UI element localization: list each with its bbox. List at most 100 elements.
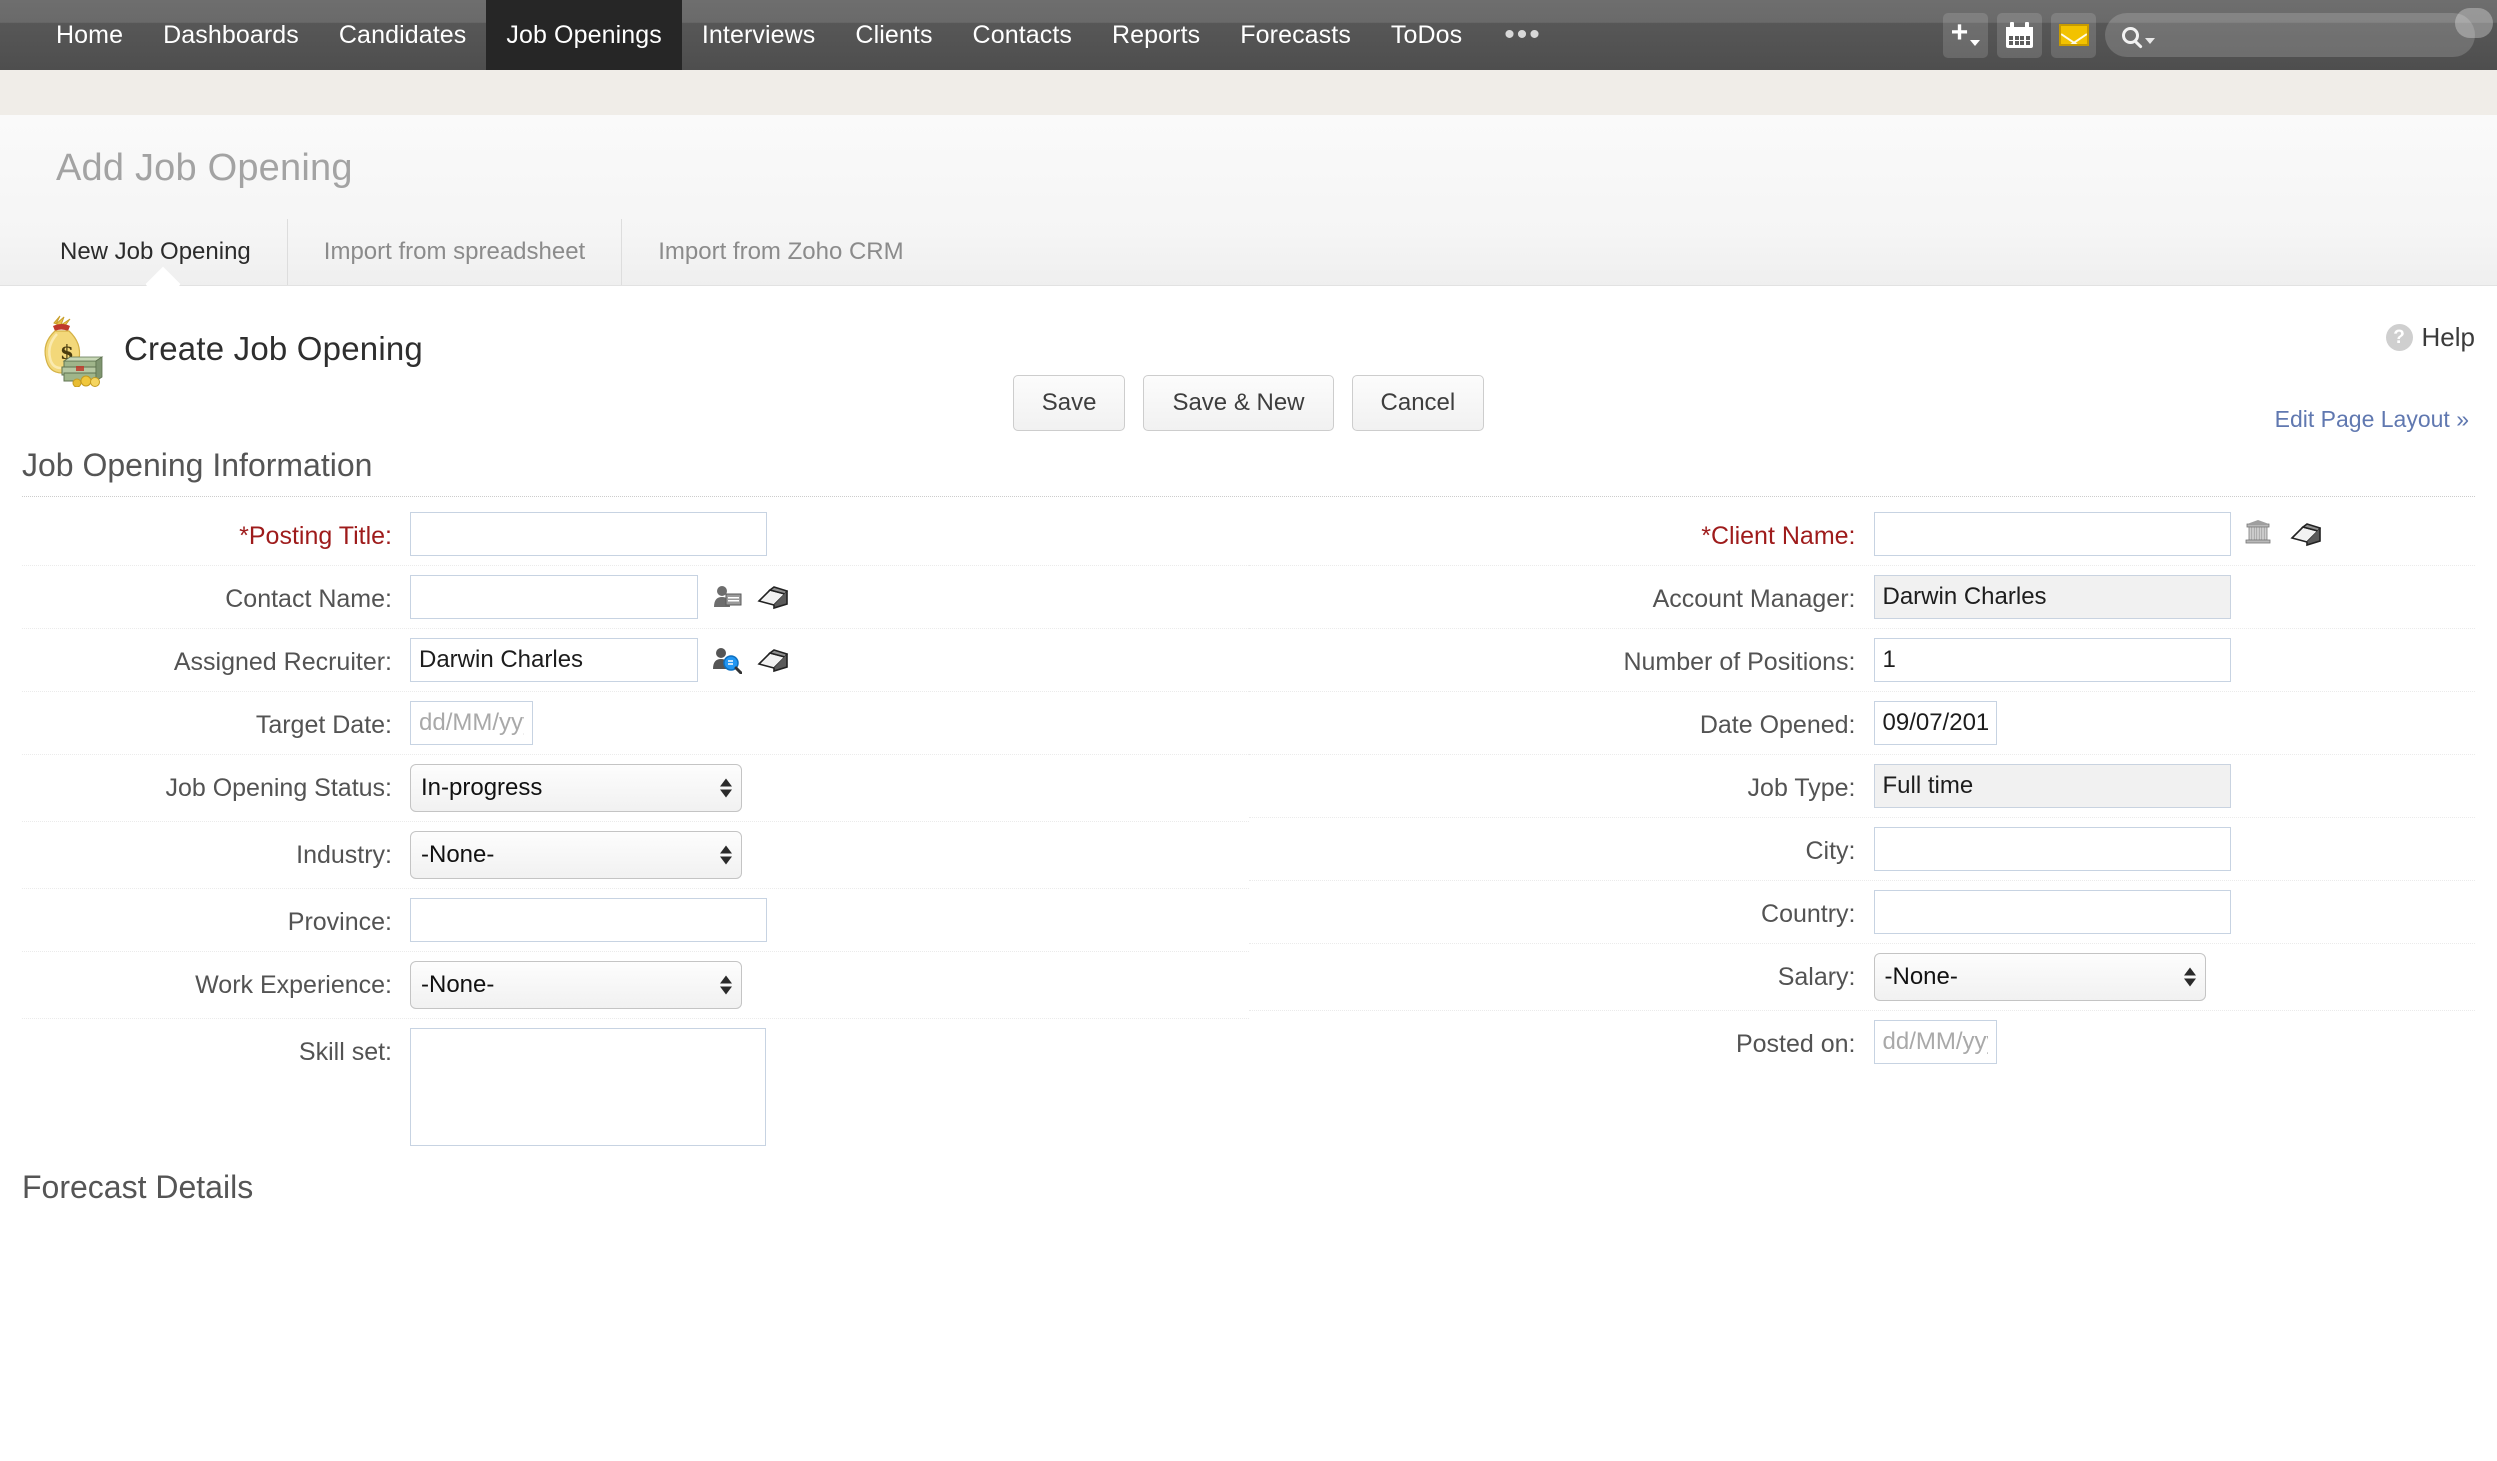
number-of-positions-input[interactable]	[1873, 638, 2231, 682]
chevron-down-icon[interactable]	[2145, 38, 2155, 44]
select-value: -None-	[421, 971, 495, 998]
field-label-posting-title: *Posting Title:	[239, 522, 392, 550]
nav-item-forecasts[interactable]: Forecasts	[1220, 0, 1371, 70]
building-lookup-icon[interactable]	[2245, 520, 2275, 548]
field-row-industry: Industry: -None-	[22, 822, 1249, 889]
section-title-forecast-details: Forecast Details	[22, 1169, 254, 1205]
job-type-input	[1873, 764, 2231, 808]
assigned-recruiter-input[interactable]	[410, 638, 698, 682]
horizontal-scrollbar-thumb[interactable]	[2455, 8, 2493, 38]
client-name-input[interactable]	[1873, 512, 2231, 556]
search-icon	[2122, 26, 2139, 44]
eraser-icon[interactable]	[756, 584, 789, 610]
field-label-work-experience: Work Experience:	[195, 971, 392, 999]
field-row-job-type: Job Type:	[1248, 755, 2475, 818]
tab-import-from-zoho-crm[interactable]: Import from Zoho CRM	[621, 219, 939, 285]
mail-button[interactable]	[2051, 12, 2096, 58]
edit-page-layout-link[interactable]: Edit Page Layout »	[2275, 406, 2469, 433]
money-bag-icon: $	[30, 311, 106, 388]
nav-right-tools: +	[1943, 0, 2475, 70]
field-label-industry: Industry:	[296, 841, 392, 869]
eraser-icon[interactable]	[756, 647, 789, 673]
help-label: Help	[2421, 322, 2475, 352]
top-navigation-bar: Home Dashboards Candidates Job Openings …	[0, 0, 2497, 70]
field-row-date-opened: Date Opened:	[1248, 692, 2475, 755]
posted-on-input[interactable]	[1873, 1020, 1997, 1064]
field-label-account-manager: Account Manager:	[1652, 585, 1856, 613]
page-title: Add Job Opening	[56, 147, 353, 189]
field-row-skill-set: Skill set:	[22, 1019, 1249, 1155]
field-label-date-opened: Date Opened:	[1699, 711, 1856, 739]
city-input[interactable]	[1873, 827, 2231, 871]
nav-item-label: Reports	[1112, 20, 1201, 49]
nav-item-label: Dashboards	[163, 20, 299, 49]
calendar-button[interactable]	[1997, 12, 2042, 58]
job-opening-status-select[interactable]: In-progress	[410, 764, 742, 812]
field-row-province: Province:	[22, 889, 1249, 952]
nav-item-home[interactable]: Home	[36, 0, 143, 70]
select-value: In-progress	[421, 774, 543, 801]
nav-item-candidates[interactable]: Candidates	[319, 0, 486, 70]
chevron-down-icon	[1970, 40, 1981, 46]
contact-name-input[interactable]	[410, 575, 698, 619]
search-input[interactable]	[2105, 13, 2475, 57]
nav-item-label: Home	[56, 20, 124, 49]
user-search-lookup-icon[interactable]	[712, 646, 743, 675]
form-grid: *Posting Title: Contact Name: Assigned R…	[0, 497, 2497, 1155]
save-button[interactable]: Save	[1012, 375, 1126, 431]
nav-item-label: Candidates	[338, 20, 467, 49]
record-title: Create Job Opening	[124, 330, 423, 367]
nav-item-label: ToDos	[1390, 20, 1463, 49]
select-stepper-icon	[2183, 967, 2196, 987]
nav-item-label: Contacts	[972, 20, 1073, 49]
skill-set-textarea[interactable]	[410, 1028, 766, 1146]
record-header: $ Create Job Opening	[0, 286, 2497, 388]
account-manager-input	[1873, 575, 2231, 619]
form-content: $ Create Job Opening ? Help Save Save & …	[0, 286, 2497, 1206]
posting-title-input[interactable]	[410, 512, 767, 556]
nav-more-ellipsis-icon[interactable]: •••	[1482, 0, 1564, 70]
select-stepper-icon	[720, 845, 732, 865]
nav-item-label: Clients	[855, 20, 933, 49]
province-input[interactable]	[410, 898, 767, 942]
field-row-assigned-recruiter: Assigned Recruiter:	[22, 629, 1249, 692]
contact-lookup-icon[interactable]	[712, 583, 742, 611]
nav-item-interviews[interactable]: Interviews	[682, 0, 836, 70]
save-and-new-button[interactable]: Save & New	[1143, 375, 1334, 431]
field-label-salary: Salary:	[1777, 963, 1856, 991]
nav-item-label: Forecasts	[1240, 20, 1351, 49]
nav-item-todos[interactable]: ToDos	[1371, 0, 1482, 70]
field-label-job-opening-status: Job Opening Status:	[165, 774, 392, 802]
select-stepper-icon	[720, 975, 732, 995]
add-new-button[interactable]: +	[1943, 12, 1988, 58]
field-label-country: Country:	[1761, 900, 1856, 928]
tab-label: Import from spreadsheet	[323, 238, 586, 265]
tab-import-from-spreadsheet[interactable]: Import from spreadsheet	[286, 219, 621, 285]
field-row-number-of-positions: Number of Positions:	[1248, 629, 2475, 692]
field-row-posted-on: Posted on:	[1249, 1011, 2476, 1073]
tab-label: New Job Opening	[60, 238, 251, 265]
field-row-account-manager: Account Manager:	[1248, 566, 2475, 629]
nav-item-reports[interactable]: Reports	[1092, 0, 1220, 70]
date-opened-input[interactable]	[1873, 701, 1997, 745]
target-date-input[interactable]	[410, 701, 533, 745]
help-link[interactable]: ? Help	[2385, 322, 2475, 353]
work-experience-select[interactable]: -None-	[410, 961, 742, 1009]
nav-item-contacts[interactable]: Contacts	[953, 0, 1092, 70]
nav-item-job-openings[interactable]: Job Openings	[486, 0, 682, 70]
tab-label: Import from Zoho CRM	[658, 238, 904, 265]
nav-item-dashboards[interactable]: Dashboards	[143, 0, 319, 70]
section-title-job-opening-information: Job Opening Information	[22, 447, 2475, 497]
select-value: -None-	[1884, 963, 1958, 990]
salary-select[interactable]: -None-	[1873, 953, 2206, 1001]
cancel-button[interactable]: Cancel	[1351, 375, 1485, 431]
country-input[interactable]	[1873, 890, 2231, 934]
tab-strip: New Job Opening Import from spreadsheet …	[56, 219, 940, 285]
field-label-client-name: *Client Name:	[1701, 522, 1856, 550]
field-label-skill-set: Skill set:	[298, 1038, 392, 1066]
industry-select[interactable]: -None-	[410, 831, 742, 879]
eraser-icon[interactable]	[2289, 521, 2321, 547]
field-row-work-experience: Work Experience: -None-	[22, 952, 1249, 1019]
nav-item-clients[interactable]: Clients	[835, 0, 952, 70]
nav-more-label: •••	[1504, 18, 1542, 51]
